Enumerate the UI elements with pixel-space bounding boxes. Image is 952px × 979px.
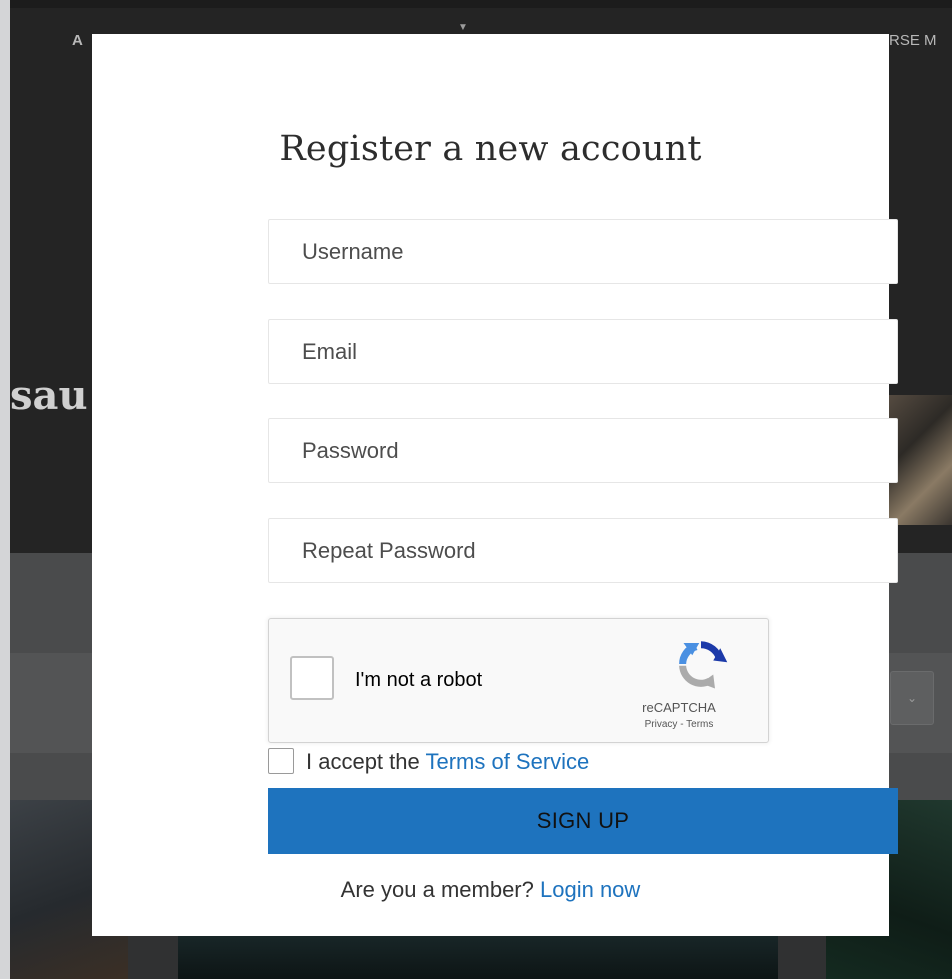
register-modal: Register a new account I'm not a robot r… <box>92 34 898 936</box>
background-nav-chevron-icon: ▼ <box>458 22 468 33</box>
password-input[interactable] <box>268 418 898 483</box>
recaptcha-terms-link[interactable]: Terms <box>686 719 713 730</box>
recaptcha-widget: I'm not a robot reCAPTCHA Privacy - Term… <box>268 618 769 743</box>
recaptcha-links-separator: - <box>680 719 684 730</box>
background-nav-item-left: A <box>72 32 83 49</box>
email-input[interactable] <box>268 319 898 384</box>
recaptcha-privacy-link[interactable]: Privacy <box>645 719 678 730</box>
terms-prefix: I accept the <box>306 749 420 774</box>
username-input[interactable] <box>268 219 898 284</box>
member-prompt: Are you a member? Login now <box>92 877 889 903</box>
signup-button[interactable]: SIGN UP <box>268 788 898 854</box>
background-select: ⌄ <box>890 671 934 725</box>
background-hero-title: sau <box>10 372 88 419</box>
chevron-down-icon: ⌄ <box>906 691 918 705</box>
recaptcha-brand: reCAPTCHA <box>642 700 716 715</box>
recaptcha-logo-icon <box>679 641 728 689</box>
background-left-strip <box>0 0 10 979</box>
modal-title: Register a new account <box>279 129 702 169</box>
terms-label: I accept the Terms of Service <box>306 749 589 775</box>
member-prompt-text: Are you a member? <box>340 877 534 902</box>
recaptcha-label: I'm not a robot <box>355 669 483 691</box>
repeat-password-input[interactable] <box>268 518 898 583</box>
terms-of-service-link[interactable]: Terms of Service <box>425 749 589 774</box>
recaptcha-links: Privacy - Terms <box>609 719 749 730</box>
background-nav-item-right: RSE M <box>889 32 937 49</box>
terms-checkbox[interactable] <box>268 748 294 774</box>
recaptcha-checkbox[interactable] <box>290 656 334 700</box>
login-link[interactable]: Login now <box>540 877 640 902</box>
